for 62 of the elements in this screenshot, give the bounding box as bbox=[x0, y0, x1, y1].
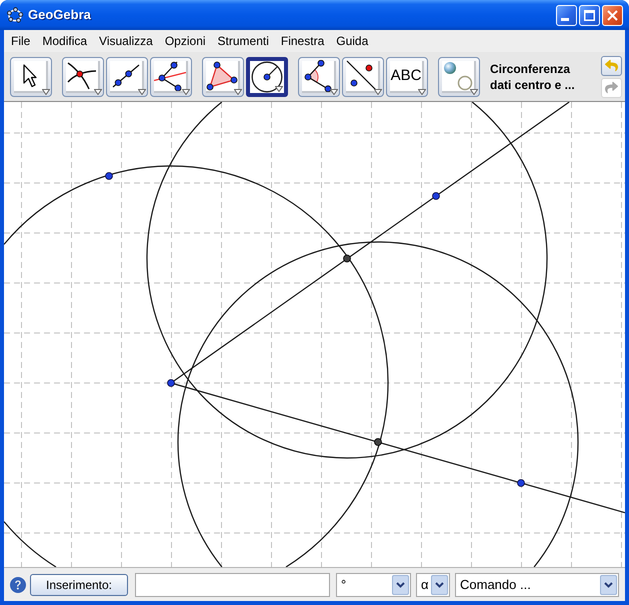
redo-arrow-icon bbox=[605, 81, 618, 94]
input-button[interactable]: Inserimento: bbox=[30, 574, 128, 596]
tool-button[interactable] bbox=[106, 56, 148, 96]
point-marker bbox=[517, 479, 525, 487]
dropdown-triangle-icon bbox=[418, 88, 426, 94]
dropdown-triangle-icon bbox=[234, 88, 242, 94]
point-marker bbox=[105, 172, 113, 180]
line-with-points-icon bbox=[346, 60, 378, 92]
tool-button[interactable] bbox=[298, 56, 340, 96]
chevron-down-icon[interactable] bbox=[392, 574, 409, 594]
chevron-down-icon[interactable] bbox=[431, 574, 448, 594]
symbol-dropdown[interactable]: ° bbox=[336, 572, 411, 596]
menu-item[interactable]: Modifica bbox=[36, 35, 94, 47]
help-icon[interactable] bbox=[10, 576, 26, 592]
tool-button[interactable]: ABC bbox=[386, 56, 428, 96]
circle-with-center-icon bbox=[251, 60, 283, 92]
dropdown-triangle-icon bbox=[94, 88, 102, 94]
app-logo-icon bbox=[7, 7, 23, 23]
dropdown-triangle-icon bbox=[330, 88, 338, 94]
menu-item[interactable]: Opzioni bbox=[158, 35, 212, 47]
command-dropdown[interactable]: Comando ... bbox=[455, 572, 619, 596]
minimize-button[interactable] bbox=[556, 4, 577, 26]
dropdown-triangle-icon bbox=[182, 88, 190, 94]
tool-button[interactable] bbox=[10, 56, 52, 96]
point-marker bbox=[167, 379, 175, 387]
maximize-button[interactable] bbox=[579, 4, 600, 26]
maximize-icon bbox=[584, 10, 595, 20]
dropdown-triangle-icon bbox=[470, 88, 478, 94]
tool-button[interactable] bbox=[202, 56, 244, 96]
menu-item[interactable]: Strumenti bbox=[212, 35, 275, 47]
undo-button[interactable] bbox=[601, 56, 622, 76]
close-icon bbox=[607, 10, 618, 20]
tool-button[interactable] bbox=[150, 56, 192, 96]
point-marker bbox=[374, 438, 382, 446]
point-marker bbox=[432, 192, 440, 200]
lines-icon bbox=[154, 60, 186, 90]
minimize-icon bbox=[561, 18, 569, 20]
segment-icon bbox=[112, 64, 140, 88]
chevron-down-icon[interactable] bbox=[600, 574, 617, 594]
menu-item[interactable]: File bbox=[5, 35, 36, 47]
undo-arrow-icon bbox=[605, 59, 618, 72]
tool-button[interactable] bbox=[246, 56, 288, 96]
dropdown-triangle-icon bbox=[374, 88, 382, 94]
close-button[interactable] bbox=[602, 4, 623, 26]
tool-button[interactable] bbox=[342, 56, 384, 96]
arrow-cursor-icon bbox=[23, 64, 37, 88]
triangle-icon bbox=[206, 60, 238, 90]
menu-item[interactable]: Visualizza bbox=[93, 35, 159, 47]
tool-name-label: Circonferenza dati centro e ... bbox=[490, 60, 575, 92]
intersecting-curves-icon bbox=[67, 62, 97, 90]
dropdown-triangle-icon bbox=[275, 86, 283, 92]
tool-button[interactable] bbox=[62, 56, 104, 96]
input-field[interactable] bbox=[135, 572, 330, 596]
window-title: GeoGebra bbox=[28, 6, 91, 24]
menu-item[interactable]: Guida bbox=[330, 35, 374, 47]
menu-item[interactable]: Finestra bbox=[274, 35, 330, 47]
point-marker bbox=[343, 254, 351, 262]
dropdown-triangle-icon bbox=[42, 88, 50, 94]
greek-letter-dropdown[interactable]: α bbox=[416, 572, 450, 596]
ball-and-ring-icon bbox=[443, 60, 473, 90]
angle-icon bbox=[304, 60, 332, 92]
dropdown-triangle-icon bbox=[138, 88, 146, 94]
